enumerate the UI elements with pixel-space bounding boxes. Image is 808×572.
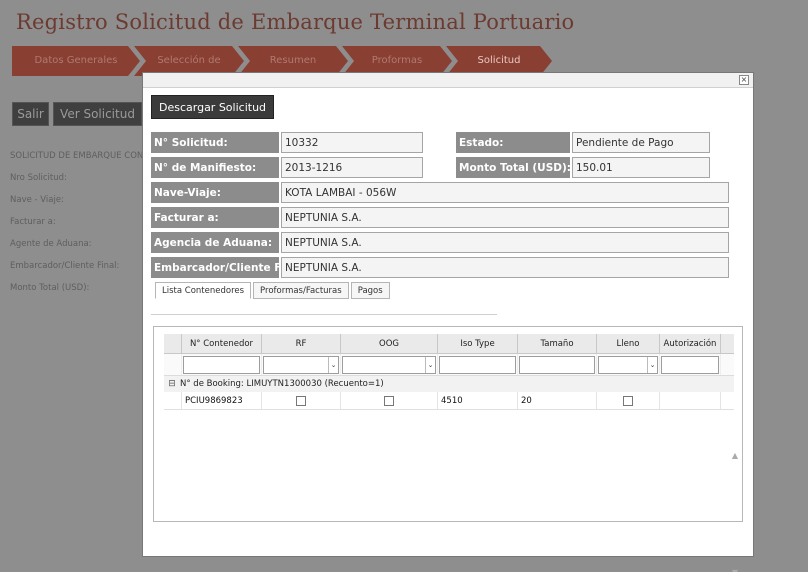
collapse-icon[interactable]: ⊟ <box>164 379 180 389</box>
summary-nave-viaje: Nave - Viaje: <box>10 195 64 205</box>
embarcador-field: NEPTUNIA S.A. <box>281 257 729 278</box>
summary-monto: Monto Total (USD): <box>10 283 90 293</box>
filter-lleno-select[interactable]: ⌄ <box>598 356 658 374</box>
page-title: Registro Solicitud de Embarque Terminal … <box>16 10 575 34</box>
monto-field: 150.01 <box>572 157 710 178</box>
manifiesto-field: 2013-1216 <box>281 157 423 178</box>
nave-viaje-label: Nave-Viaje: <box>151 182 279 203</box>
scroll-up-arrow[interactable]: ▲ <box>732 451 738 460</box>
chevron-down-icon: ⌄ <box>328 357 338 373</box>
filter-row: ⌄ ⌄ ⌄ <box>164 354 734 376</box>
filter-contenedor-input[interactable] <box>183 356 260 374</box>
scroll-down-arrow[interactable]: ▼ <box>732 568 738 572</box>
tab-divider <box>151 314 497 315</box>
header-spacer <box>164 334 182 353</box>
modal-titlebar: × <box>143 73 753 88</box>
tabs: Lista Contenedores Proformas/Facturas Pa… <box>155 282 392 299</box>
summary-heading: SOLICITUD DE EMBARQUE CON <box>10 151 144 161</box>
filter-iso-type-input[interactable] <box>439 356 516 374</box>
chevron-down-icon: ⌄ <box>425 357 435 373</box>
col-contenedor[interactable]: N° Contenedor <box>182 334 262 353</box>
cell-contenedor: PCIU9869823 <box>182 392 262 409</box>
tab-pagos[interactable]: Pagos <box>350 282 390 299</box>
filter-rf-select[interactable]: ⌄ <box>263 356 339 374</box>
embarcador-label: Embarcador/Cliente Final: <box>151 257 307 278</box>
tab-proformas-facturas[interactable]: Proformas/Facturas <box>253 282 349 299</box>
summary-facturar: Facturar a: <box>10 217 56 227</box>
filter-autorizacion-input[interactable] <box>661 356 719 374</box>
col-rf[interactable]: RF <box>262 334 341 353</box>
facturar-label: Facturar a: <box>151 207 279 228</box>
summary-nro-solicitud: Nro Solicitud: <box>10 173 67 183</box>
lleno-checkbox[interactable] <box>623 395 633 406</box>
filter-tamano-input[interactable] <box>519 356 595 374</box>
manifiesto-label: N° de Manifiesto: <box>151 157 279 178</box>
chevron-down-icon: ⌄ <box>647 357 657 373</box>
solicitud-modal: × Descargar Solicitud N° Solicitud: 1033… <box>142 72 754 572</box>
col-oog[interactable]: OOG <box>341 334 438 353</box>
table-row[interactable]: PCIU9869823 4510 20 <box>164 392 734 410</box>
step-datos-generales[interactable]: Datos Generales <box>12 46 140 76</box>
col-iso-type[interactable]: Iso Type <box>438 334 518 353</box>
summary-embarcador: Embarcador/Cliente Final: <box>10 261 120 271</box>
summary-agente-aduana: Agente de Aduana: <box>10 239 92 249</box>
solicitud-field: 10332 <box>281 132 423 153</box>
ver-solicitud-button[interactable]: Ver Solicitud <box>53 102 142 126</box>
booking-group-label: N° de Booking: LIMUYTN1300030 (Recuento=… <box>180 379 384 389</box>
contenedores-grid: N° Contenedor RF OOG Iso Type Tamaño Lle… <box>153 326 743 572</box>
estado-label: Estado: <box>456 132 570 153</box>
nave-viaje-field: KOTA LAMBAI - 056W <box>281 182 729 203</box>
cell-iso-type: 4510 <box>438 392 518 409</box>
col-tamano[interactable]: Tamaño <box>518 334 597 353</box>
descargar-solicitud-button[interactable]: Descargar Solicitud <box>151 95 275 119</box>
booking-group-row: ⊟ N° de Booking: LIMUYTN1300030 (Recuent… <box>164 376 734 392</box>
oog-checkbox[interactable] <box>384 395 394 406</box>
estado-field: Pendiente de Pago <box>572 132 710 153</box>
salir-button[interactable]: Salir <box>12 102 49 126</box>
cell-autorizacion <box>660 392 721 409</box>
agencia-label: Agencia de Aduana: <box>151 232 279 253</box>
close-icon[interactable]: × <box>739 75 749 85</box>
facturar-field: NEPTUNIA S.A. <box>281 207 729 228</box>
agencia-field: NEPTUNIA S.A. <box>281 232 729 253</box>
tab-lista-contenedores[interactable]: Lista Contenedores <box>155 282 252 299</box>
monto-label: Monto Total (USD): <box>456 157 571 178</box>
solicitud-summary: SOLICITUD DE EMBARQUE CON Nro Solicitud:… <box>10 150 144 304</box>
cell-tamano: 20 <box>518 392 597 409</box>
rf-checkbox[interactable] <box>296 395 306 406</box>
col-lleno[interactable]: Lleno <box>597 334 660 353</box>
grid-header: N° Contenedor RF OOG Iso Type Tamaño Lle… <box>164 334 734 354</box>
col-autorizacion[interactable]: Autorización <box>660 334 721 353</box>
filter-oog-select[interactable]: ⌄ <box>342 356 436 374</box>
solicitud-label: N° Solicitud: <box>151 132 279 153</box>
